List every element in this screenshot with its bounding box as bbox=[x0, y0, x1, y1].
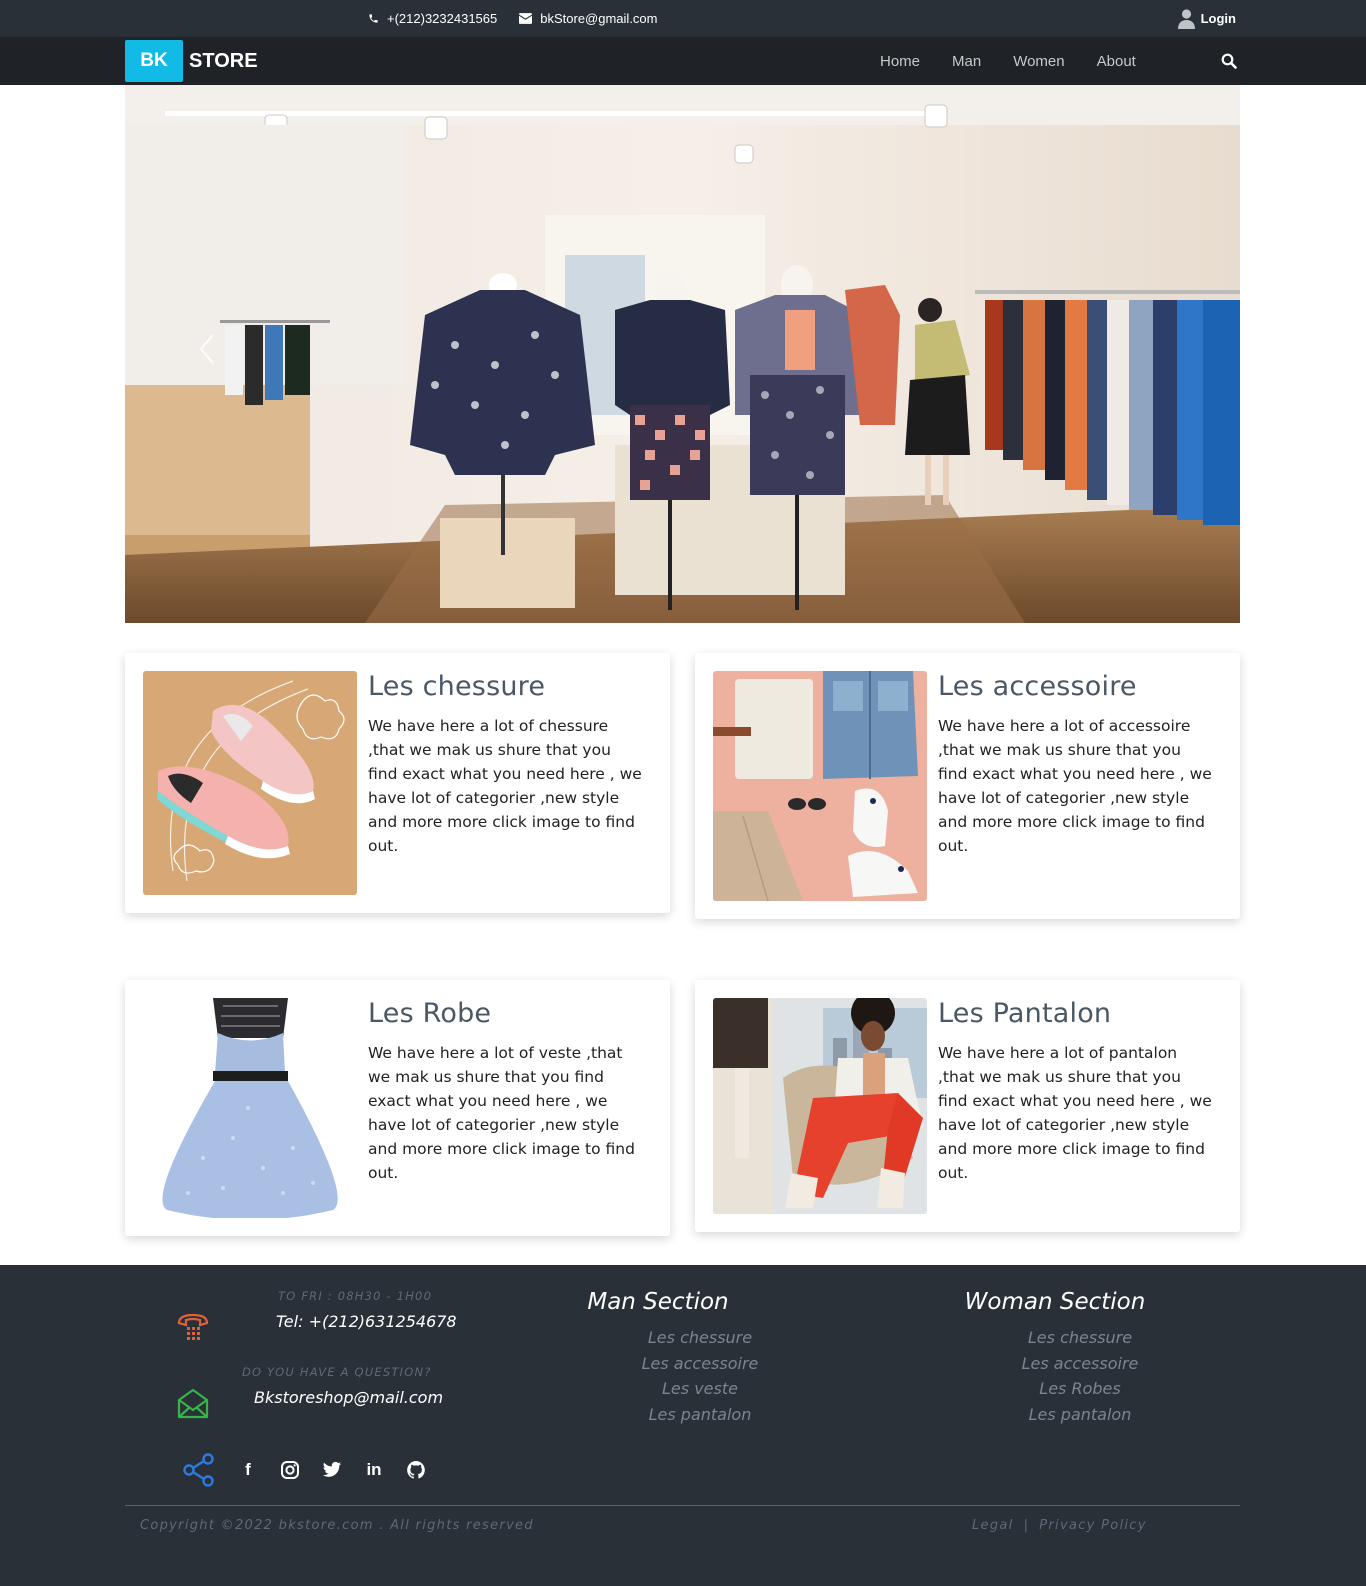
card-image-sneakers[interactable] bbox=[143, 671, 357, 895]
envelope-icon bbox=[519, 13, 533, 24]
card-title: Les chessure bbox=[368, 671, 546, 702]
nav-women[interactable]: Women bbox=[997, 53, 1080, 70]
login-button[interactable]: Login bbox=[1177, 0, 1236, 37]
woman-section-title: Woman Section bbox=[964, 1289, 1146, 1315]
card-description: We have here a lot of pantalon ,that we … bbox=[938, 1044, 1212, 1182]
category-card-pantalon[interactable]: Les Pantalon We have here a lot of panta… bbox=[695, 980, 1240, 1232]
man-link-veste[interactable]: Les veste bbox=[600, 1376, 800, 1402]
instagram-icon[interactable] bbox=[280, 1460, 300, 1480]
footer-tel: Tel: +(212)631254678 bbox=[276, 1312, 457, 1331]
privacy-policy-link[interactable]: Privacy Policy bbox=[1039, 1518, 1147, 1533]
card-image-pants[interactable] bbox=[713, 998, 927, 1214]
footer-divider bbox=[125, 1505, 1240, 1506]
footer-email: Bkstoreshop@mail.com bbox=[254, 1388, 444, 1407]
man-link-chessure[interactable]: Les chessure bbox=[600, 1325, 800, 1351]
contact-email: bkStore@gmail.com bbox=[540, 11, 658, 26]
man-section-title: Man Section bbox=[587, 1289, 729, 1315]
woman-link-accessoire[interactable]: Les accessoire bbox=[980, 1351, 1180, 1377]
hero-carousel-image[interactable] bbox=[125, 85, 1240, 623]
top-contact-bar: +(212)3232431565 bkStore@gmail.com Login bbox=[0, 0, 1366, 37]
legal-links: Legal | Privacy Policy bbox=[972, 1518, 1147, 1533]
search-icon bbox=[1221, 53, 1237, 69]
carousel-prev-chevron-icon[interactable] bbox=[195, 331, 221, 367]
card-image-accessories[interactable] bbox=[713, 671, 927, 901]
linkedin-icon[interactable]: in bbox=[364, 1460, 384, 1480]
nav-home[interactable]: Home bbox=[864, 53, 936, 70]
card-description: We have here a lot of chessure ,that we … bbox=[368, 717, 642, 855]
category-card-robe[interactable]: Les Robe We have here a lot of veste ,th… bbox=[125, 980, 670, 1236]
mail-open-icon bbox=[177, 1388, 209, 1419]
brand-badge: BK bbox=[125, 40, 183, 82]
card-title: Les Pantalon bbox=[938, 998, 1112, 1029]
card-description: We have here a lot of veste ,that we mak… bbox=[368, 1044, 635, 1182]
twitter-icon[interactable] bbox=[322, 1460, 342, 1480]
legal-link[interactable]: Legal bbox=[972, 1518, 1014, 1533]
man-link-accessoire[interactable]: Les accessoire bbox=[600, 1351, 800, 1377]
search-button[interactable] bbox=[1218, 50, 1240, 72]
nav-man[interactable]: Man bbox=[936, 53, 997, 70]
category-card-chessure[interactable]: Les chessure We have here a lot of chess… bbox=[125, 653, 670, 913]
card-image-dress[interactable] bbox=[143, 998, 357, 1218]
legal-separator: | bbox=[1023, 1518, 1030, 1533]
brand-logo[interactable]: BK STORE bbox=[125, 40, 258, 82]
user-icon bbox=[1177, 8, 1195, 29]
brand-name: STORE bbox=[189, 49, 258, 72]
facebook-icon[interactable]: f bbox=[238, 1460, 258, 1480]
category-card-accessoire[interactable]: Les accessoire We have here a lot of acc… bbox=[695, 653, 1240, 919]
hours-caption: TO FRI : 08H30 - 1H00 bbox=[278, 1289, 433, 1303]
login-label: Login bbox=[1200, 11, 1236, 26]
social-links: f in bbox=[182, 1453, 426, 1487]
man-section-links: Les chessure Les accessoire Les veste Le… bbox=[600, 1325, 800, 1427]
site-footer: TO FRI : 08H30 - 1H00 Tel: +(212)6312546… bbox=[0, 1265, 1366, 1586]
nav-about[interactable]: About bbox=[1081, 53, 1152, 70]
copyright: Copyright ©2022 bkstore.com . All rights… bbox=[140, 1518, 534, 1533]
share-icon[interactable] bbox=[182, 1453, 216, 1487]
card-description: We have here a lot of accessoire ,that w… bbox=[938, 717, 1212, 855]
woman-section-links: Les chessure Les accessoire Les Robes Le… bbox=[980, 1325, 1180, 1427]
telephone-icon bbox=[177, 1313, 209, 1340]
github-icon[interactable] bbox=[406, 1460, 426, 1480]
nav-menu: Home Man Women About bbox=[864, 37, 1152, 85]
card-title: Les accessoire bbox=[938, 671, 1137, 702]
woman-link-robes[interactable]: Les Robes bbox=[980, 1376, 1180, 1402]
woman-link-pantalon[interactable]: Les pantalon bbox=[980, 1402, 1180, 1428]
contact-info: +(212)3232431565 bkStore@gmail.com bbox=[368, 0, 658, 37]
main-navbar: BK STORE Home Man Women About bbox=[0, 37, 1366, 85]
phone-number: +(212)3232431565 bbox=[387, 11, 498, 26]
phone-icon bbox=[369, 14, 378, 23]
card-title: Les Robe bbox=[368, 998, 492, 1029]
question-caption: DO YOU HAVE A QUESTION? bbox=[242, 1365, 432, 1379]
woman-link-chessure[interactable]: Les chessure bbox=[980, 1325, 1180, 1351]
man-link-pantalon[interactable]: Les pantalon bbox=[600, 1402, 800, 1428]
